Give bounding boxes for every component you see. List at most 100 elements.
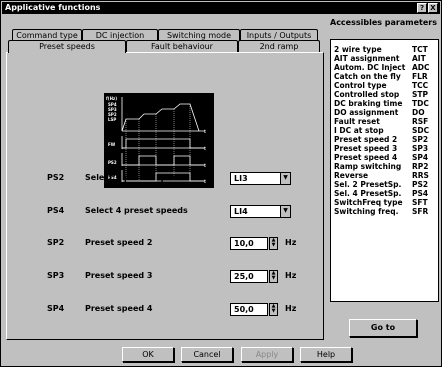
accessible-parameters-title: Accessibles parameters	[330, 18, 437, 27]
parameter-code: AIT	[412, 54, 426, 63]
accessible-parameters-list[interactable]: 2 wire type TCT AIT assignment AIT Autom. DC…	[330, 39, 439, 302]
parameter-name: Sel. 2 PresetSp.	[334, 180, 402, 189]
parameter-list-item[interactable]: Catch on the fly FLR	[334, 72, 438, 81]
parameter-list-item[interactable]: DC braking time TDC	[334, 99, 438, 108]
ps2-trace	[122, 155, 204, 166]
parameter-name: DO assignment	[334, 108, 399, 117]
sp3-code: SP3	[47, 271, 65, 280]
parameter-code: PS2	[412, 180, 429, 189]
parameter-code: PS4	[412, 189, 429, 198]
sp3-setting-row: SP3 Preset speed 3 25,0 ▲ ▼ Hz	[7, 270, 325, 284]
ps2-code: PS2	[47, 173, 65, 182]
parameter-name: Ramp switching	[334, 162, 402, 171]
parameter-code: SP3	[412, 144, 429, 153]
sp2-spinner[interactable]: ▲ ▼	[269, 237, 278, 250]
help-button[interactable]: Help	[300, 347, 352, 362]
chevron-down-icon[interactable]: ▼	[280, 206, 290, 217]
parameter-code: TCC	[412, 81, 429, 90]
sp4-spinner[interactable]: ▲ ▼	[269, 303, 278, 316]
parameter-code: STP	[412, 90, 429, 99]
parameter-list-item[interactable]: Controlled stop STP	[334, 90, 438, 99]
sp2-setting-row: SP2 Preset speed 2 10,0 ▲ ▼ Hz	[7, 237, 325, 251]
preset-speeds-panel: f(Hz) SP4 SP3 SP2 LSP FW PS2 PS4 t t t t	[6, 52, 324, 340]
parameter-code: TCT	[412, 45, 428, 54]
parameter-code: RP2	[412, 162, 429, 171]
sp4-code: SP4	[47, 304, 65, 313]
diagram-time-label-1: t	[204, 129, 206, 134]
sp3-label: Preset speed 3	[85, 271, 153, 280]
parameter-list-item[interactable]: Preset speed 3 SP3	[334, 144, 438, 153]
apply-button[interactable]: Apply	[241, 347, 293, 362]
parameter-list-item[interactable]: Preset speed 2 SP2	[334, 135, 438, 144]
ps4-setting-row: PS4 Select 4 preset speeds LI4 ▼	[7, 205, 325, 219]
sp3-value-input[interactable]: 25,0	[230, 270, 268, 283]
parameter-list-item[interactable]: 2 wire type TCT	[334, 45, 438, 54]
parameter-name: Autom. DC Inject	[334, 63, 406, 72]
parameter-name: Sel. 4 PresetSp.	[334, 189, 402, 198]
cancel-button[interactable]: Cancel	[181, 347, 233, 362]
parameter-list-item[interactable]: Ramp switching RP2	[334, 162, 438, 171]
parameter-code: SFR	[412, 207, 429, 216]
sp2-label: Preset speed 2	[85, 238, 153, 247]
tab-preset-speeds[interactable]: Preset speeds	[8, 40, 126, 53]
diagram-fhz-label: f(Hz)	[106, 96, 117, 101]
parameter-name: 2 wire type	[334, 45, 382, 54]
sp2-value-input[interactable]: 10,0	[230, 237, 268, 250]
parameter-list-item[interactable]: Control type TCC	[334, 81, 438, 90]
parameter-list-item[interactable]: Sel. 2 PresetSp. PS2	[334, 180, 438, 189]
applicative-functions-window: Applicative functions ? X Command type D…	[0, 0, 442, 367]
parameter-code: SFT	[412, 198, 428, 207]
parameter-code: SP4	[412, 153, 429, 162]
parameter-name: Controlled stop	[334, 90, 400, 99]
parameter-list-item[interactable]: AIT assignment AIT	[334, 54, 438, 63]
diagram-fw-label: FW	[108, 142, 116, 147]
parameter-code: SP2	[412, 135, 429, 144]
parameter-list-item[interactable]: Fault reset RSF	[334, 117, 438, 126]
parameter-name: Switching freq.	[334, 207, 399, 216]
chevron-down-icon[interactable]: ▼	[280, 173, 290, 184]
parameter-list-item[interactable]: Autom. DC Inject ADC	[334, 63, 438, 72]
close-title-button[interactable]: X	[428, 3, 438, 13]
parameter-name: Control type	[334, 81, 387, 90]
sp3-spinner[interactable]: ▲ ▼	[269, 270, 278, 283]
tab-2nd-ramp[interactable]: 2nd ramp	[238, 40, 320, 52]
parameter-code: SDC	[412, 126, 430, 135]
parameter-code: RSF	[412, 117, 429, 126]
help-title-button[interactable]: ?	[417, 3, 427, 13]
sp2-code: SP2	[47, 238, 65, 247]
parameter-list-item[interactable]: Preset speed 4 SP4	[334, 153, 438, 162]
ps2-label: Select 2 preset speeds	[85, 173, 188, 182]
parameter-name: Fault reset	[334, 117, 380, 126]
parameter-list-item[interactable]: DO assignment DO	[334, 108, 438, 117]
sp2-unit: Hz	[285, 238, 297, 247]
ps4-code: PS4	[47, 206, 65, 215]
window-title: Applicative functions	[5, 3, 101, 12]
parameter-list-item[interactable]: Switching freq. SFR	[334, 207, 438, 216]
ps4-select[interactable]: LI4 ▼	[230, 205, 291, 218]
ps4-label: Select 4 preset speeds	[85, 206, 188, 215]
fw-trace	[122, 138, 204, 149]
parameter-code: ADC	[412, 63, 430, 72]
ps2-selected-value: LI3	[234, 174, 248, 183]
parameter-name: Preset speed 4	[334, 153, 398, 162]
speed-profile-trace	[121, 103, 200, 132]
parameter-list-item[interactable]: Sel. 4 PresetSp. PS4	[334, 189, 438, 198]
parameter-list-item[interactable]: SwitchFreq type SFT	[334, 198, 438, 207]
parameter-name: Reverse	[334, 171, 369, 180]
parameter-list-item[interactable]: Reverse RRS	[334, 171, 438, 180]
sp4-unit: Hz	[285, 304, 297, 313]
sp3-unit: Hz	[285, 271, 297, 280]
parameter-name: Catch on the fly	[334, 72, 401, 81]
parameter-list-item[interactable]: I DC at stop SDC	[334, 126, 438, 135]
ok-button[interactable]: OK	[122, 347, 174, 362]
ps4-selected-value: LI4	[234, 207, 248, 216]
parameter-name: Preset speed 2	[334, 135, 398, 144]
sp4-setting-row: SP4 Preset speed 4 50,0 ▲ ▼ Hz	[7, 303, 325, 317]
parameter-name: AIT assignment	[334, 54, 400, 63]
ps2-select[interactable]: LI3 ▼	[230, 172, 291, 185]
sp4-value-input[interactable]: 50,0	[230, 303, 268, 316]
parameter-name: SwitchFreq type	[334, 198, 403, 207]
parameter-code: FLR	[412, 72, 428, 81]
tab-fault-behaviour[interactable]: Fault behaviour	[126, 40, 238, 52]
goto-button[interactable]: Go to	[349, 319, 417, 337]
